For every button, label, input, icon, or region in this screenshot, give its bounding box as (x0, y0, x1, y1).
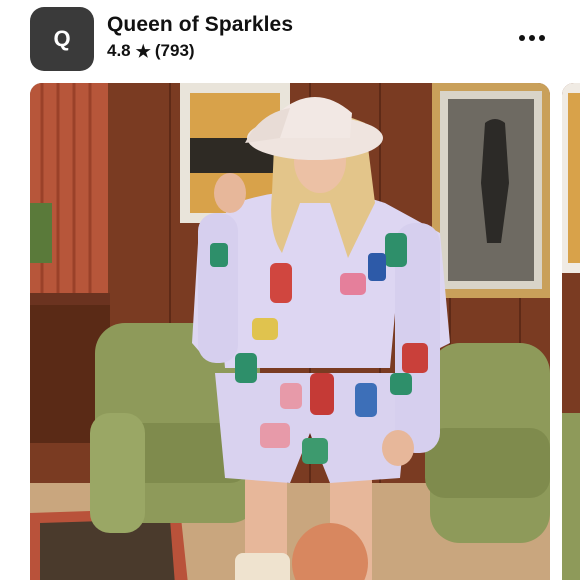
next-product-photo-image (562, 83, 580, 580)
rating-value: 4.8 (107, 41, 131, 60)
more-options-button[interactable] (514, 24, 550, 52)
more-options-icon (519, 35, 525, 41)
product-photo-image (30, 83, 550, 580)
more-options-icon-dot (529, 35, 535, 41)
shop-name[interactable]: Queen of Sparkles (107, 13, 293, 37)
shop-rating: 4.8 ★ (793) (107, 41, 195, 61)
product-photo[interactable] (30, 83, 550, 580)
shop-header: Q Queen of Sparkles 4.8 ★ (793) (0, 0, 580, 80)
more-options-icon-dot (539, 35, 545, 41)
next-product-photo[interactable] (562, 83, 580, 580)
shop-logo-letter: Q (53, 26, 71, 51)
star-icon: ★ (135, 41, 151, 61)
shop-logo-avatar[interactable]: Q (30, 7, 94, 71)
review-count: (793) (154, 41, 195, 60)
